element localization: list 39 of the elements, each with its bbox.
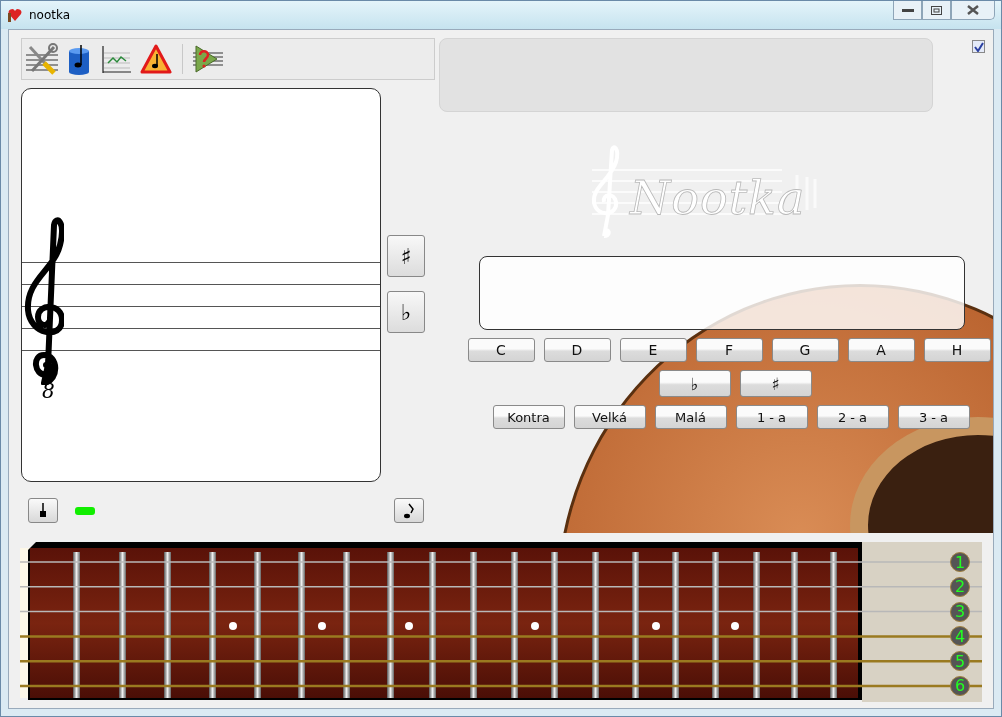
checkbox[interactable] <box>972 40 985 53</box>
octave-button[interactable]: 1 - a <box>735 405 808 429</box>
tuning-fork-icon <box>38 502 48 519</box>
octave-button[interactable]: Kontra <box>492 405 565 429</box>
octave-button[interactable]: Malá <box>654 405 727 429</box>
note-cylinder-icon <box>66 43 92 75</box>
accidental-button[interactable]: ♯ <box>739 370 812 397</box>
maximize-icon <box>931 5 942 15</box>
note-name-button[interactable]: G <box>771 338 839 362</box>
maximize-button[interactable] <box>922 1 951 20</box>
close-button[interactable] <box>951 1 995 20</box>
tuning-fork-button[interactable] <box>28 498 58 523</box>
note-name-button[interactable]: D <box>543 338 611 362</box>
pitch-indicator <box>75 506 95 515</box>
staff-chart-icon <box>100 43 132 75</box>
window-title: nootka <box>29 8 71 22</box>
eighth-note-icon <box>403 502 415 519</box>
note-name-button[interactable]: E <box>619 338 687 362</box>
check-icon <box>973 41 984 52</box>
note-name-button[interactable]: H <box>923 338 991 362</box>
wrench-screwdriver-icon <box>26 43 58 75</box>
close-icon <box>967 5 979 15</box>
warning-note-icon <box>140 44 172 74</box>
minimize-button[interactable] <box>893 1 922 20</box>
tools-toolbar-button[interactable] <box>24 41 60 77</box>
note-name-button[interactable]: F <box>695 338 763 362</box>
note-name-button[interactable]: C <box>467 338 535 362</box>
octave-button[interactable]: 2 - a <box>816 405 889 429</box>
staff-accidental-button[interactable]: ♯ <box>387 235 425 277</box>
nootka-logo: Nootka <box>582 140 822 244</box>
treble-clef-icon <box>24 215 64 385</box>
octave-button[interactable]: 3 - a <box>897 405 970 429</box>
octave-button[interactable]: Velká <box>573 405 646 429</box>
minimize-icon <box>901 7 914 13</box>
staff-accidental-button[interactable]: ♭ <box>387 291 425 333</box>
accidental-button[interactable]: ♭ <box>658 370 731 397</box>
note-name-button[interactable]: A <box>847 338 915 362</box>
play-question-icon <box>193 43 223 75</box>
note-sound-button[interactable] <box>394 498 424 523</box>
